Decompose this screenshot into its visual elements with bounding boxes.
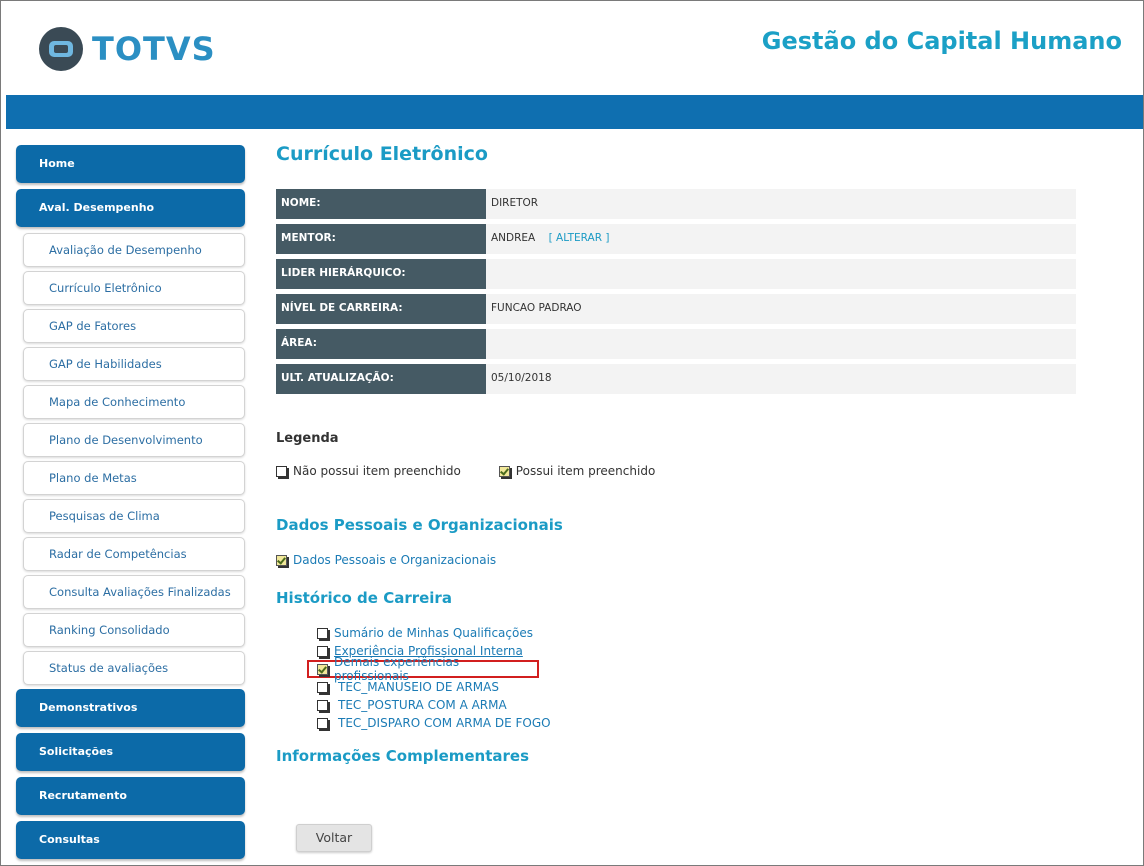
historico-list: Sumário de Minhas Qualificações Experiên… [307,624,1076,732]
checked-box-icon [276,554,287,566]
info-row-nome: NOME: DIRETOR [276,189,1076,219]
info-row-nivel-carreira: NÍVEL DE CARREIRA: FUNCAO PADRAO [276,294,1076,324]
sidebar-item-home[interactable]: Home [16,145,245,183]
legend-unfilled-label: Não possui item preenchido [293,464,461,478]
sidebar-subitem-gap-fatores[interactable]: GAP de Fatores [23,309,245,343]
link-demais-experiencias[interactable]: Demais experiências profissionais [307,655,539,683]
sidebar-subitem-gap-habilidades[interactable]: GAP de Habilidades [23,347,245,381]
sidebar-subitem-mapa-conhecimento[interactable]: Mapa de Conhecimento [23,385,245,419]
voltar-button[interactable]: Voltar [296,824,372,852]
link-tec-manuseio-armas[interactable]: TEC_MANUSEIO DE ARMAS [317,678,1076,696]
mentor-name: ANDREA [491,232,536,244]
link-label: Demais experiências profissionais [334,655,460,683]
section-title-dados-pessoais: Dados Pessoais e Organizacionais [276,516,563,534]
info-label: MENTOR: [276,224,486,254]
unchecked-box-icon [317,627,328,639]
link-label: TEC_MANUSEIO DE ARMAS [338,680,499,694]
link-sumario-qualificacoes[interactable]: Sumário de Minhas Qualificações [317,624,1076,642]
info-row-area: ÁREA: [276,329,1076,359]
link-label: TEC_DISPARO COM ARMA DE FOGO [338,716,551,730]
info-label: NÍVEL DE CARREIRA: [276,294,486,324]
info-label: LIDER HIERÁRQUICO: [276,259,486,289]
info-label: ÁREA: [276,329,486,359]
alterar-mentor-link[interactable]: [ ALTERAR ] [549,232,610,244]
link-label: TEC_POSTURA COM A ARMA [338,698,507,712]
sidebar-subitem-avaliacao-desempenho[interactable]: Avaliação de Desempenho [23,233,245,267]
logo-text: TOTVS [92,30,216,68]
info-value [486,329,1076,359]
sidebar: Home Aval. Desempenho Avaliação de Desem… [16,145,246,865]
unchecked-box-icon [317,699,328,711]
employee-info-table: NOME: DIRETOR MENTOR: ANDREA [ ALTERAR ]… [276,189,1076,394]
legend: Não possui item preenchido Possui item p… [276,464,1076,478]
info-value: 05/10/2018 [486,364,1076,394]
link-dados-pessoais[interactable]: Dados Pessoais e Organizacionais [276,551,1076,569]
info-row-mentor: MENTOR: ANDREA [ ALTERAR ] [276,224,1076,254]
sidebar-item-consultas[interactable]: Consultas [16,821,245,859]
sidebar-subitem-consulta-avaliacoes[interactable]: Consulta Avaliações Finalizadas [23,575,245,609]
unchecked-box-icon [317,717,328,729]
sidebar-item-solicitacoes[interactable]: Solicitações [16,733,245,771]
legend-filled: Possui item preenchido [498,464,656,478]
link-label: Dados Pessoais e Organizacionais [293,553,497,567]
sidebar-subitem-plano-metas[interactable]: Plano de Metas [23,461,245,495]
info-label: NOME: [276,189,486,219]
sidebar-item-demonstrativos[interactable]: Demonstrativos [16,689,245,727]
info-value: FUNCAO PADRAO [486,294,1076,324]
sidebar-subitem-ranking-consolidado[interactable]: Ranking Consolidado [23,613,245,647]
info-value: DIRETOR [486,189,1076,219]
sidebar-subitem-status-avaliacoes[interactable]: Status de avaliações [23,651,245,685]
main-content: Currículo Eletrônico NOME: DIRETOR MENTO… [276,140,1076,765]
unchecked-box-icon [317,681,328,693]
checked-box-icon [498,465,510,477]
totvs-logo: TOTVS [38,26,216,72]
checked-box-icon [317,663,328,675]
link-tec-disparo-arma[interactable]: TEC_DISPARO COM ARMA DE FOGO [317,714,1076,732]
sidebar-subitem-curriculo-eletronico[interactable]: Currículo Eletrônico [23,271,245,305]
info-row-ult-atualizacao: ULT. ATUALIZAÇÃO: 05/10/2018 [276,364,1076,394]
sidebar-subitem-pesquisas-clima[interactable]: Pesquisas de Clima [23,499,245,533]
legend-filled-label: Possui item preenchido [515,464,656,478]
info-value-mentor: ANDREA [ ALTERAR ] [486,224,1076,254]
sidebar-item-aval-desempenho[interactable]: Aval. Desempenho [16,189,245,227]
unchecked-box-icon [276,465,287,477]
section-title-informacoes-complementares: Informações Complementares [276,747,530,765]
totvs-logo-icon [38,26,84,72]
section-title-historico-carreira: Histórico de Carreira [276,589,452,607]
info-row-lider: LIDER HIERÁRQUICO: [276,259,1076,289]
legend-unfilled: Não possui item preenchido [276,464,461,478]
sidebar-item-recrutamento[interactable]: Recrutamento [16,777,245,815]
app-title: Gestão do Capital Humano [761,27,1122,55]
link-label: Sumário de Minhas Qualificações [334,626,533,640]
link-tec-postura-arma[interactable]: TEC_POSTURA COM A ARMA [317,696,1076,714]
top-nav-bar [6,95,1143,129]
info-value [486,259,1076,289]
unchecked-box-icon [317,645,328,657]
info-label: ULT. ATUALIZAÇÃO: [276,364,486,394]
sidebar-subitem-plano-desenvolvimento[interactable]: Plano de Desenvolvimento [23,423,245,457]
sidebar-subitem-radar-competencias[interactable]: Radar de Competências [23,537,245,571]
legend-title: Legenda [276,431,339,446]
page-title: Currículo Eletrônico [276,143,488,165]
